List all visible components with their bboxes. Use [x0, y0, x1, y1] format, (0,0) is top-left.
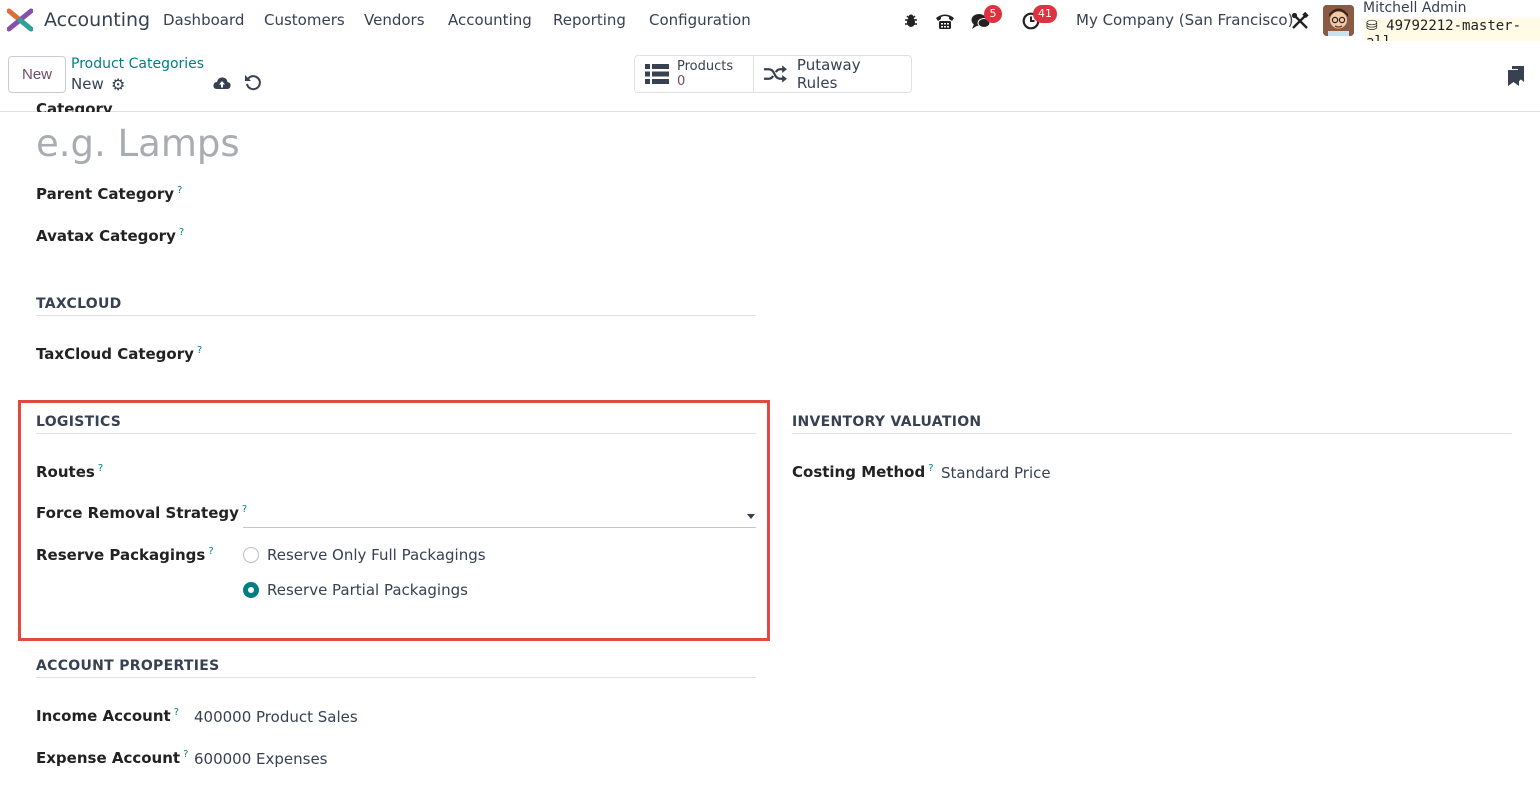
avatax-category-label-text: Avatax Category — [36, 227, 176, 245]
income-account-label: Income Account? — [36, 707, 179, 725]
putaway-rules-label: Putaway Rules — [796, 56, 861, 92]
accounting-app-icon[interactable] — [7, 8, 33, 32]
tools-icon[interactable] — [1289, 10, 1311, 32]
help-icon[interactable]: ? — [242, 504, 247, 515]
parent-category-label-text: Parent Category — [36, 185, 175, 203]
cloud-upload-icon[interactable] — [213, 74, 231, 92]
routes-label: Routes? — [36, 463, 103, 481]
gear-icon[interactable]: ⚙ — [111, 75, 125, 94]
activities-badge: 41 — [1033, 5, 1057, 23]
category-name-input[interactable]: e.g. Lamps — [36, 122, 240, 165]
menu-dashboard[interactable]: Dashboard — [163, 11, 244, 29]
help-icon[interactable]: ? — [208, 546, 213, 557]
breadcrumb-current: New — [71, 75, 104, 93]
section-divider — [792, 433, 1512, 434]
section-divider — [36, 677, 756, 678]
menu-configuration[interactable]: Configuration — [649, 11, 751, 29]
breadcrumb-product-categories[interactable]: Product Categories — [71, 56, 204, 72]
list-icon — [645, 64, 669, 84]
menu-customers[interactable]: Customers — [264, 11, 345, 29]
menu-accounting[interactable]: Accounting — [448, 11, 532, 29]
caret-down-icon[interactable] — [747, 514, 755, 519]
help-icon[interactable]: ? — [177, 185, 182, 196]
help-icon[interactable]: ? — [183, 749, 188, 760]
force-removal-select[interactable] — [243, 527, 756, 528]
bug-icon[interactable] — [900, 10, 922, 32]
menu-vendors[interactable]: Vendors — [364, 11, 425, 29]
messages-badge: 5 — [984, 5, 1002, 23]
top-navbar: Accounting Dashboard Customers Vendors A… — [0, 0, 1540, 50]
costing-method-label-text: Costing Method — [792, 463, 926, 481]
products-label: Products — [677, 59, 734, 74]
putaway-rules-button[interactable]: Putaway Rules — [753, 56, 911, 92]
help-icon[interactable]: ? — [197, 345, 202, 356]
phone-icon[interactable] — [934, 10, 956, 32]
products-smart-button[interactable]: Products 0 — [635, 56, 753, 92]
expense-account-value[interactable]: 600000 Expenses — [194, 750, 328, 768]
avatar[interactable] — [1323, 5, 1354, 36]
avatax-category-label: Avatax Category? — [36, 227, 184, 245]
products-count: 0 — [677, 74, 686, 89]
costing-method-label: Costing Method? — [792, 463, 934, 481]
section-divider — [36, 315, 756, 316]
expense-account-label: Expense Account? — [36, 749, 188, 767]
undo-icon[interactable] — [244, 73, 262, 91]
smart-buttons: Products 0 Putaway Rules — [634, 55, 912, 93]
help-icon[interactable]: ? — [98, 463, 103, 474]
costing-method-value[interactable]: Standard Price — [941, 464, 1051, 482]
radio-reserve-full[interactable] — [243, 547, 259, 563]
category-label: Category — [36, 100, 113, 112]
bookmark-icon[interactable] — [1508, 66, 1524, 86]
income-account-label-text: Income Account — [36, 707, 171, 725]
taxcloud-category-label-text: TaxCloud Category — [36, 345, 194, 363]
new-button[interactable]: New — [8, 56, 66, 93]
help-icon[interactable]: ? — [928, 463, 933, 474]
force-removal-label: Force Removal Strategy? — [36, 504, 247, 522]
force-removal-label-text: Force Removal Strategy — [36, 504, 239, 522]
inventory-valuation-section-title: INVENTORY VALUATION — [792, 414, 982, 430]
radio-reserve-partial-label[interactable]: Reserve Partial Packagings — [267, 581, 468, 599]
app-name[interactable]: Accounting — [44, 9, 150, 31]
logistics-section-title: LOGISTICS — [36, 414, 122, 430]
reserve-packagings-label: Reserve Packagings? — [36, 546, 214, 564]
reserve-packagings-label-text: Reserve Packagings — [36, 546, 206, 564]
company-switcher[interactable]: My Company (San Francisco) — [1076, 11, 1293, 29]
taxcloud-section-title: TAXCLOUD — [36, 296, 122, 312]
control-panel: New Product Categories New ⚙ Products 0 … — [0, 41, 1540, 112]
taxcloud-category-label: TaxCloud Category? — [36, 345, 202, 363]
user-name[interactable]: Mitchell Admin — [1363, 0, 1467, 16]
radio-reserve-partial[interactable] — [243, 582, 259, 598]
radio-reserve-full-label[interactable]: Reserve Only Full Packagings — [267, 546, 486, 564]
account-properties-section-title: ACCOUNT PROPERTIES — [36, 658, 220, 674]
section-divider — [36, 433, 756, 434]
shuffle-icon — [764, 65, 787, 83]
help-icon[interactable]: ? — [179, 227, 184, 238]
expense-account-label-text: Expense Account — [36, 749, 181, 767]
parent-category-label: Parent Category? — [36, 185, 182, 203]
routes-label-text: Routes — [36, 463, 95, 481]
help-icon[interactable]: ? — [174, 707, 179, 718]
menu-reporting[interactable]: Reporting — [553, 11, 626, 29]
income-account-value[interactable]: 400000 Product Sales — [194, 708, 358, 726]
